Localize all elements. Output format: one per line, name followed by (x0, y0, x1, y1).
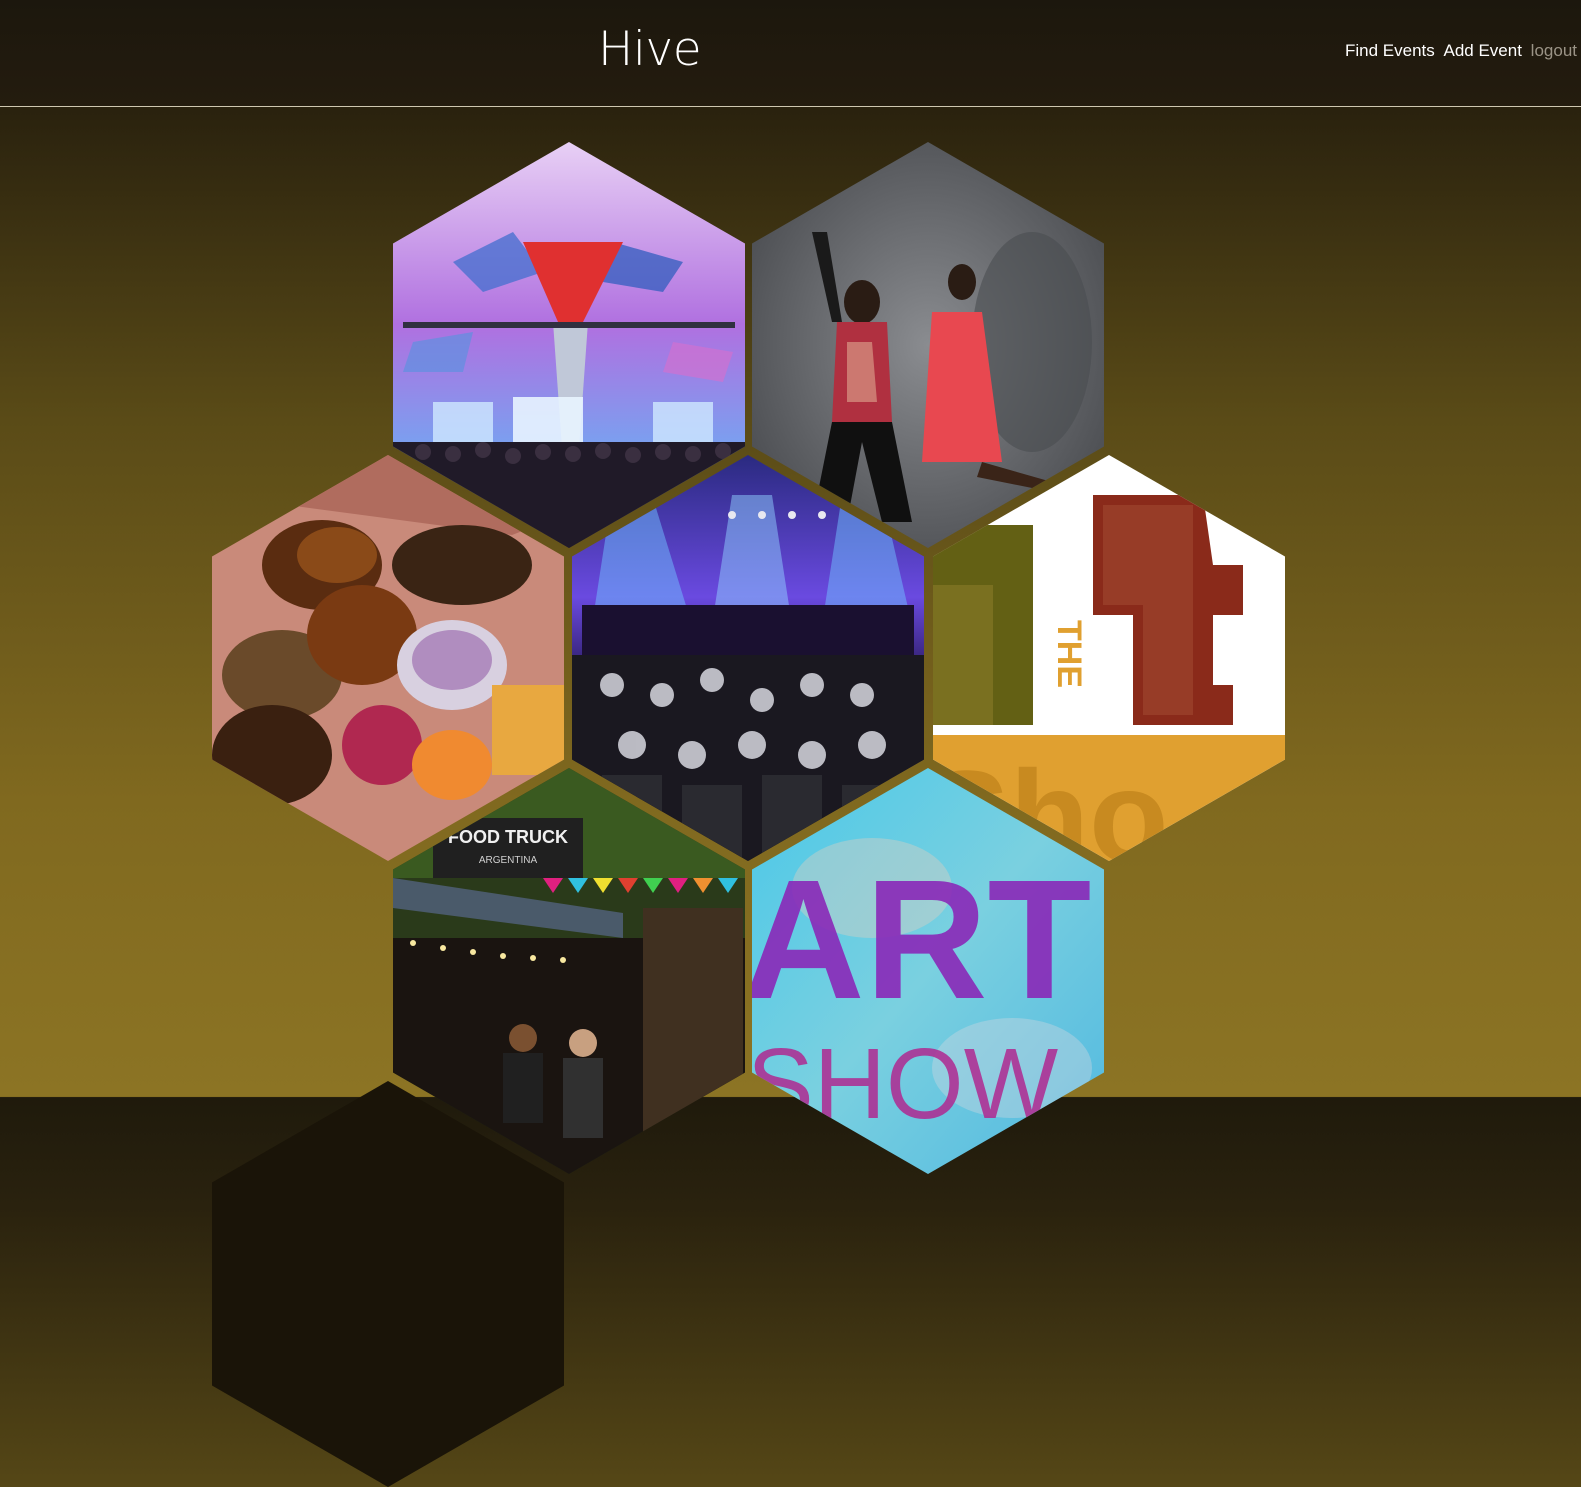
event-tile-partial[interactable] (212, 1081, 564, 1487)
event-tile-food-plate[interactable] (212, 455, 564, 861)
art-show-2-show-text: SHOW (752, 1028, 1059, 1140)
event-tile-festival-tent[interactable] (393, 142, 745, 548)
site-logo[interactable]: Hive (598, 22, 702, 78)
art-show-2-poster-image: ART SHOW (752, 768, 1104, 1174)
nav-find-events[interactable]: Find Events (1345, 41, 1435, 60)
event-tile-art-show[interactable]: THE Sho (933, 455, 1285, 861)
food-truck-sign-text: FOOD TRUCK (448, 827, 568, 847)
concert-crowd-image (572, 455, 924, 861)
event-tile-concert[interactable] (572, 455, 924, 861)
nav-logout[interactable]: logout (1531, 41, 1577, 60)
event-tile-art-show-2[interactable]: ART SHOW (752, 768, 1104, 1174)
festival-tent-image (393, 142, 745, 548)
dancers-image (752, 142, 1104, 548)
event-tile-dance[interactable] (752, 142, 1104, 548)
art-show-poster-image: THE Sho (933, 455, 1285, 861)
main-nav: Find Events Add Event logout (1341, 40, 1577, 62)
food-truck-sub-text: ARGENTINA (479, 855, 538, 866)
top-nav-bar: Hive Find Events Add Event logout (0, 0, 1581, 107)
event-tile-food-trucks[interactable]: FOOD TRUCK ARGENTINA (393, 768, 745, 1174)
nav-add-event[interactable]: Add Event (1443, 41, 1521, 60)
art-show-2-art-text: ART (752, 845, 1091, 1035)
art-show-the-text: THE (1050, 620, 1088, 688)
food-truck-image: FOOD TRUCK ARGENTINA (393, 768, 745, 1174)
food-plate-image (212, 455, 564, 861)
